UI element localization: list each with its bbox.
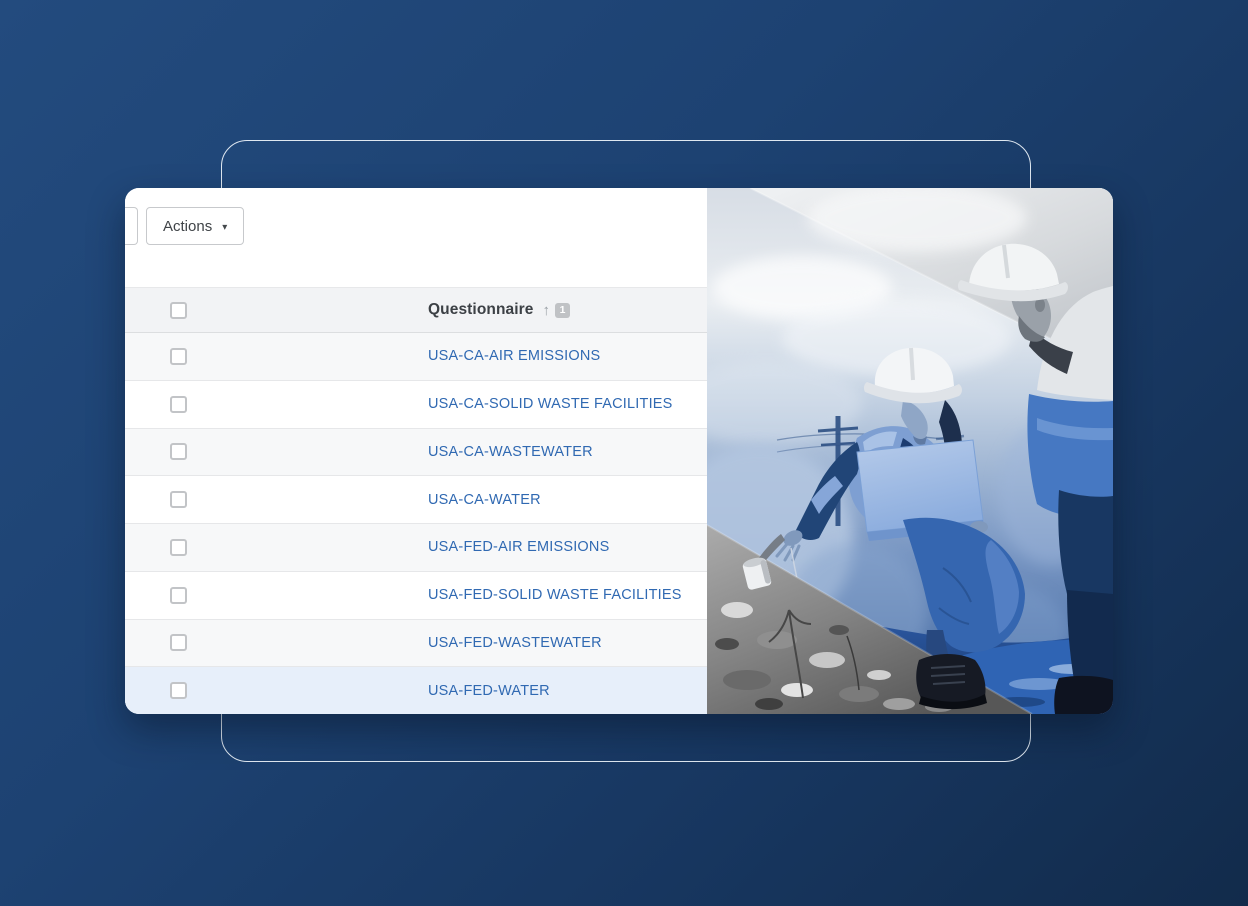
row-link[interactable]: USA-CA-WATER — [428, 492, 541, 508]
row-checkbox[interactable] — [170, 539, 187, 556]
table-row[interactable]: USA-CA-WATER — [125, 475, 707, 523]
questionnaire-card: Actions ▾ Questionnaire ↑ 1 — [125, 188, 1113, 714]
row-checkbox-cell — [125, 396, 428, 413]
row-link[interactable]: USA-CA-WASTEWATER — [428, 444, 593, 460]
row-checkbox-cell — [125, 587, 428, 604]
table-row[interactable]: USA-CA-AIR EMISSIONS — [125, 333, 707, 380]
row-checkbox-cell — [125, 539, 428, 556]
actions-dropdown-button[interactable]: Actions ▾ — [146, 207, 244, 245]
row-checkbox[interactable] — [170, 396, 187, 413]
row-label-cell: USA-FED-WATER — [428, 683, 707, 699]
page-background: Actions ▾ Questionnaire ↑ 1 — [0, 0, 1248, 906]
actions-button-label: Actions — [163, 218, 212, 235]
row-label-cell: USA-CA-SOLID WASTE FACILITIES — [428, 396, 707, 412]
row-checkbox[interactable] — [170, 634, 187, 651]
row-link[interactable]: USA-FED-AIR EMISSIONS — [428, 539, 609, 555]
table-row[interactable]: USA-FED-AIR EMISSIONS — [125, 523, 707, 571]
header-checkbox-cell — [125, 302, 428, 319]
row-label-cell: USA-FED-WASTEWATER — [428, 635, 707, 651]
table-row[interactable]: USA-CA-SOLID WASTE FACILITIES — [125, 380, 707, 428]
row-checkbox-cell — [125, 443, 428, 460]
chevron-down-icon: ▾ — [222, 222, 227, 233]
questionnaire-table-body: USA-CA-AIR EMISSIONS USA-CA-SOLID WASTE … — [125, 333, 707, 714]
facility-photo-illustration — [707, 188, 1113, 714]
row-link[interactable]: USA-CA-SOLID WASTE FACILITIES — [428, 396, 673, 412]
row-checkbox-cell — [125, 634, 428, 651]
header-label-cell[interactable]: Questionnaire ↑ 1 — [428, 301, 707, 319]
questionnaire-table-pane: Actions ▾ Questionnaire ↑ 1 — [125, 188, 707, 714]
row-checkbox-cell — [125, 491, 428, 508]
clipped-toolbar-button[interactable] — [125, 207, 138, 245]
row-checkbox-cell — [125, 348, 428, 365]
table-row[interactable]: USA-FED-WASTEWATER — [125, 619, 707, 667]
row-label-cell: USA-CA-AIR EMISSIONS — [428, 348, 707, 364]
table-row[interactable]: USA-FED-SOLID WASTE FACILITIES — [125, 571, 707, 619]
row-link[interactable]: USA-FED-WASTEWATER — [428, 635, 602, 651]
table-row[interactable]: USA-FED-WATER — [125, 666, 707, 714]
row-label-cell: USA-FED-AIR EMISSIONS — [428, 539, 707, 555]
toolbar: Actions ▾ — [125, 188, 707, 287]
row-label-cell: USA-CA-WASTEWATER — [428, 444, 707, 460]
row-link[interactable]: USA-FED-WATER — [428, 683, 550, 699]
row-checkbox[interactable] — [170, 491, 187, 508]
sort-ascending-icon[interactable]: ↑ — [543, 302, 551, 319]
questionnaire-column-header[interactable]: Questionnaire — [428, 301, 534, 319]
row-label-cell: USA-CA-WATER — [428, 492, 707, 508]
facility-photo — [707, 188, 1113, 714]
row-link[interactable]: USA-FED-SOLID WASTE FACILITIES — [428, 587, 682, 603]
sort-priority-badge: 1 — [555, 303, 570, 318]
row-link[interactable]: USA-CA-AIR EMISSIONS — [428, 348, 600, 364]
row-checkbox-cell — [125, 682, 428, 699]
table-row[interactable]: USA-CA-WASTEWATER — [125, 428, 707, 476]
row-checkbox[interactable] — [170, 682, 187, 699]
row-checkbox[interactable] — [170, 443, 187, 460]
row-label-cell: USA-FED-SOLID WASTE FACILITIES — [428, 587, 707, 603]
row-checkbox[interactable] — [170, 348, 187, 365]
table-header-row: Questionnaire ↑ 1 — [125, 287, 707, 333]
select-all-checkbox[interactable] — [170, 302, 187, 319]
row-checkbox[interactable] — [170, 587, 187, 604]
